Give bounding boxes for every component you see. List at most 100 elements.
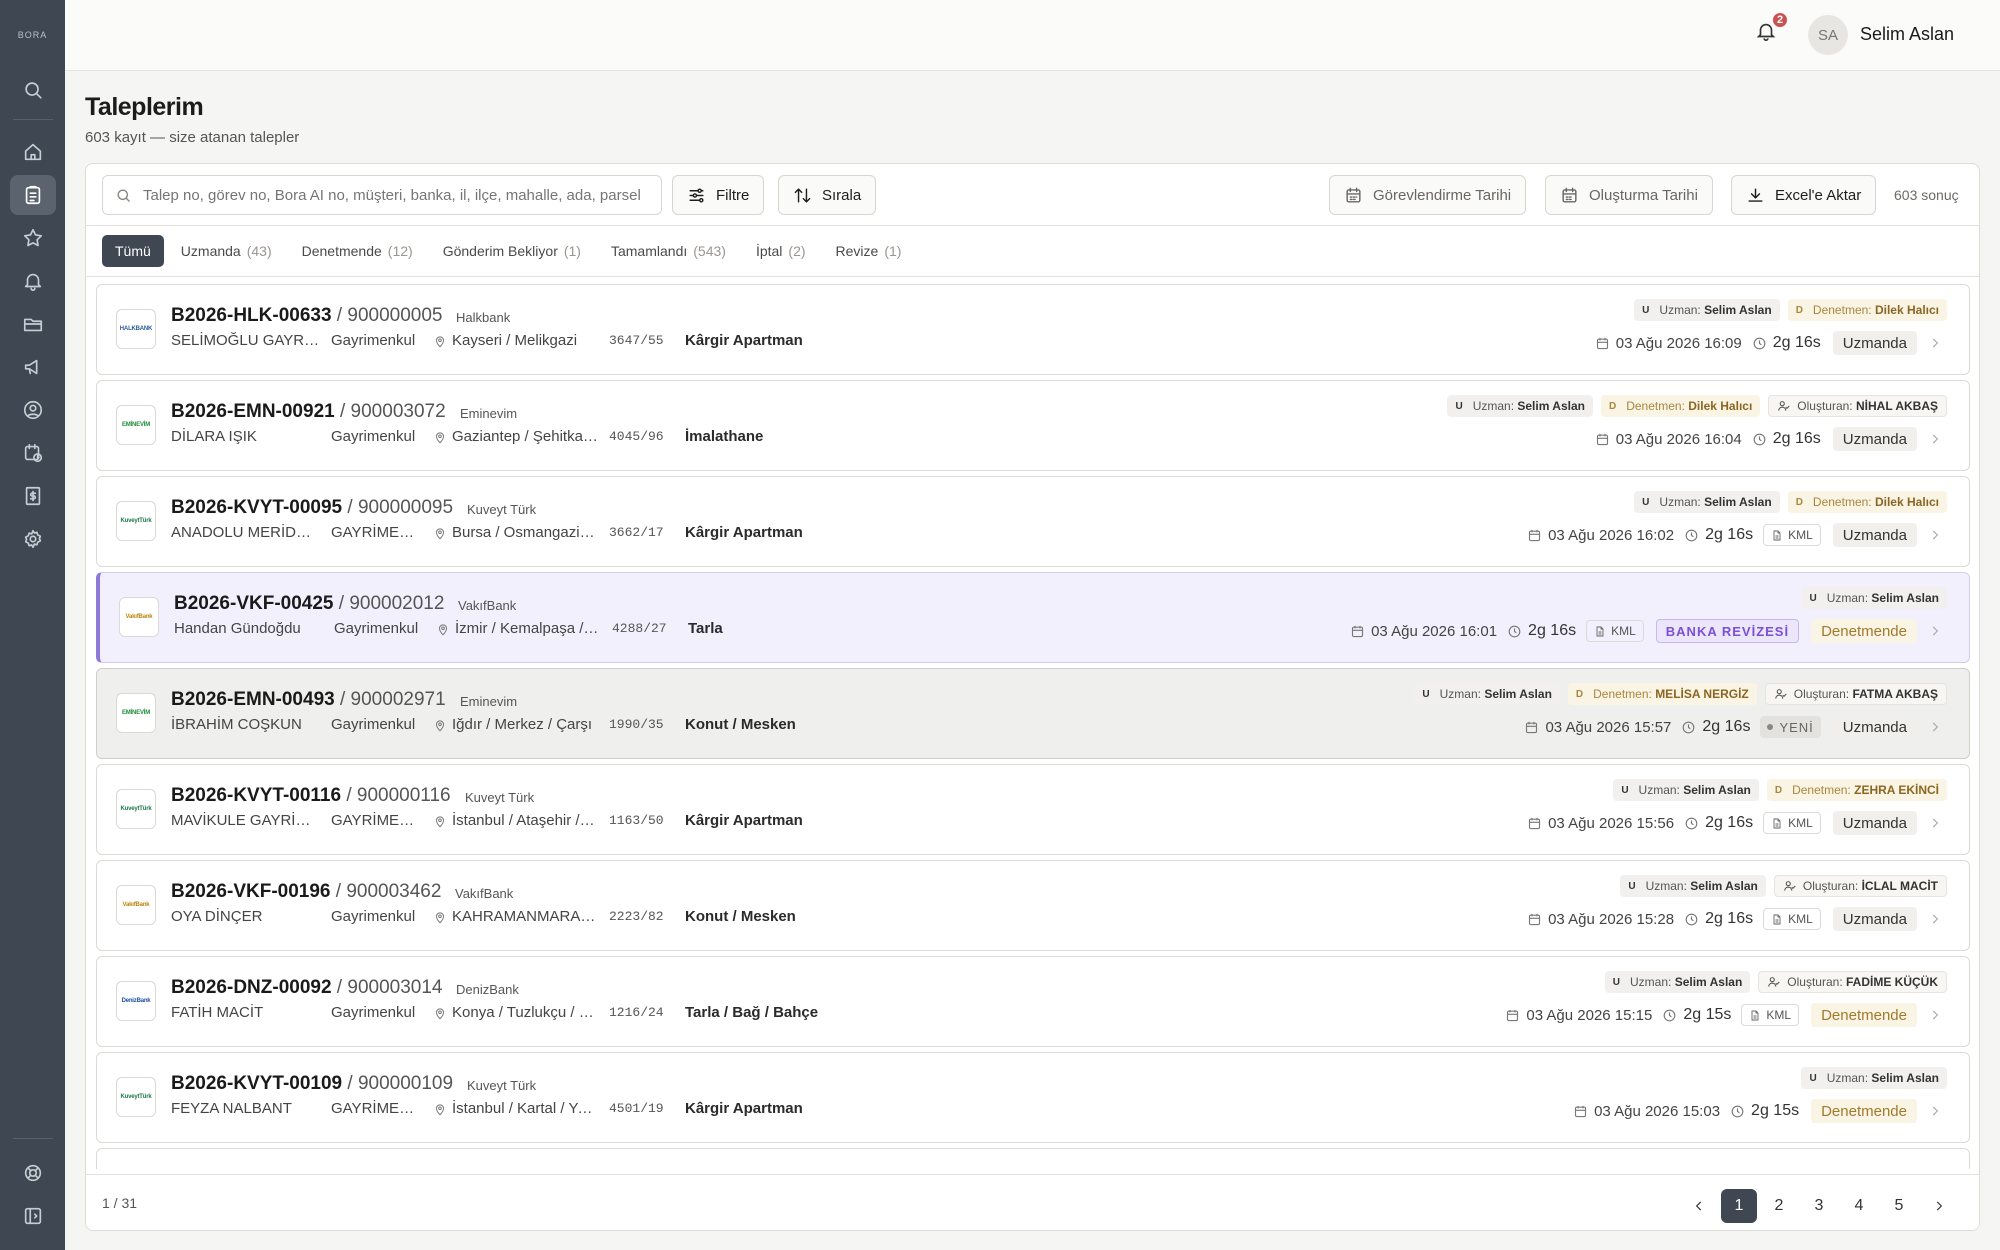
excel-export-button[interactable]: Excel'e Aktar	[1731, 175, 1877, 215]
star-icon[interactable]	[10, 218, 56, 258]
page-button[interactable]: 2	[1761, 1189, 1797, 1223]
request-code[interactable]: B2026-HLK-00633	[171, 305, 332, 326]
request-row[interactable]: KuveytTürk B2026-KVYT-00109 / 900000109 Ku…	[96, 1052, 1970, 1143]
tab-5[interactable]: İptal (2)	[743, 235, 819, 267]
uzman-chip: U Uzman: Selim Aslan	[1620, 875, 1766, 897]
sidebar-divider	[12, 1138, 53, 1139]
tab-3[interactable]: Gönderim Bekliyor (1)	[430, 235, 594, 267]
page-button[interactable]: 3	[1801, 1189, 1837, 1223]
request-title[interactable]: B2026-KVYT-00109 / 900000109	[171, 1073, 453, 1095]
help-icon[interactable]	[10, 1153, 56, 1193]
calendar-icon	[1352, 625, 1364, 637]
asset-type: GAYRİMENKUL	[331, 812, 423, 829]
asset-type: GAYRİMENKUL	[331, 524, 423, 541]
request-title[interactable]: B2026-VKF-00425 / 900002012	[174, 593, 444, 615]
page-button[interactable]: 5	[1881, 1189, 1917, 1223]
request-code[interactable]: B2026-KVYT-00116	[171, 785, 341, 806]
uzman-label: Uzman:	[1472, 399, 1515, 413]
kml-badge[interactable]: KML	[1763, 908, 1821, 930]
kml-badge[interactable]: KML	[1763, 812, 1821, 834]
calendar-clock-icon[interactable]	[10, 433, 56, 473]
megaphone-icon[interactable]	[10, 347, 56, 387]
task-number: 900000109	[357, 1073, 454, 1094]
bank-logo: EMİNEVİM	[116, 693, 156, 733]
request-code[interactable]: B2026-VKF-00196	[171, 881, 330, 902]
uzman-name: Selim Aslan	[1517, 399, 1585, 413]
request-row[interactable]: EMİNEVİM B2026-EMN-00493 / 900002971 Emine…	[96, 668, 1970, 759]
notification-button[interactable]: 2	[1755, 11, 1789, 50]
row-open-button[interactable]	[1923, 907, 1947, 931]
bora-logo: BORA	[17, 30, 48, 40]
prev-page-button[interactable]	[1681, 1189, 1717, 1223]
user-name[interactable]: Selim Aslan	[1860, 24, 1954, 45]
tab-2[interactable]: Denetmende (12)	[289, 235, 426, 267]
request-code[interactable]: B2026-EMN-00921	[171, 401, 335, 422]
request-row[interactable]: HALKBANK B2026-HLK-00633 / 900000005 Halkb…	[96, 284, 1970, 375]
clock-icon	[1663, 1009, 1676, 1021]
page-button[interactable]: 1	[1721, 1189, 1757, 1223]
duration-info: 2g 16s	[1752, 334, 1821, 352]
folder-icon[interactable]	[10, 304, 56, 344]
request-row[interactable]: VakıfBank B2026-VKF-00425 / 900002012 Vakı…	[96, 572, 1970, 663]
sidebar-collapse-icon[interactable]	[10, 1196, 56, 1236]
row-open-button[interactable]	[1923, 811, 1947, 835]
sort-button[interactable]: Sırala	[778, 175, 877, 215]
tab-6[interactable]: Revize (1)	[823, 235, 915, 267]
kml-badge[interactable]: KML	[1763, 524, 1821, 546]
duration-info: 2g 16s	[1681, 718, 1750, 736]
row-open-button[interactable]	[1923, 331, 1947, 355]
assignee-chips: U Uzman: Selim Aslan Oluşturan: İCLAL MACİ…	[1612, 875, 1947, 897]
chevron-right-icon	[1932, 818, 1939, 828]
request-row[interactable]: KuveytTürk B2026-KVYT-00116 / 900000116 Ku…	[96, 764, 1970, 855]
request-code[interactable]: B2026-DNZ-00092	[171, 977, 332, 998]
page-button[interactable]: 4	[1841, 1189, 1877, 1223]
status-badge: Uzmanda	[1832, 331, 1917, 355]
bell-icon[interactable]	[10, 261, 56, 301]
request-title[interactable]: B2026-DNZ-00092 / 900003014	[171, 977, 442, 999]
request-row[interactable]: VakıfBank B2026-VKF-00196 / 900003462 Vakı…	[96, 860, 1970, 951]
request-row[interactable]: EMİNEVİM B2026-EMN-00921 / 900003072 Emine…	[96, 380, 1970, 471]
location-text: KAHRAMANMARAŞ / Onikişubat	[452, 908, 598, 925]
kml-badge[interactable]: KML	[1741, 1004, 1800, 1026]
row-open-button[interactable]	[1923, 1099, 1947, 1123]
request-title[interactable]: B2026-EMN-00921 / 900003072	[171, 401, 446, 423]
assign-date-button[interactable]: Görevlendirme Tarihi	[1329, 175, 1527, 215]
filter-button[interactable]: Filtre	[672, 175, 765, 215]
request-row[interactable]: KuveytTürk B2026-KVYT-00095 / 900000095 Ku…	[96, 476, 1970, 567]
uzman-name: Selim Aslan	[1871, 1071, 1939, 1085]
request-title[interactable]: B2026-KVYT-00116 / 900000116	[171, 785, 451, 807]
request-row[interactable]: DenizBank B2026-DNZ-00092 / 900003014 Deni…	[96, 956, 1970, 1047]
row-open-button[interactable]	[1923, 715, 1947, 739]
search-icon[interactable]	[10, 70, 56, 110]
kml-badge[interactable]: KML	[1586, 620, 1644, 642]
row-open-button[interactable]	[1923, 619, 1947, 643]
asset-type: Gayrimenkul	[331, 428, 416, 445]
avatar[interactable]: SA	[1808, 15, 1848, 55]
olusturan-name: FATMA AKBAŞ	[1852, 687, 1938, 701]
request-title[interactable]: B2026-HLK-00633 / 900000005	[171, 305, 442, 327]
tab-1[interactable]: Uzmanda (43)	[168, 235, 285, 267]
invoice-icon[interactable]	[10, 476, 56, 516]
tab-0[interactable]: Tümü	[102, 235, 164, 267]
tab-4[interactable]: Tamamlandı (543)	[598, 235, 739, 267]
request-code[interactable]: B2026-EMN-00493	[171, 689, 335, 710]
gear-icon[interactable]	[10, 519, 56, 559]
row-open-button[interactable]	[1923, 523, 1947, 547]
next-page-button[interactable]	[1921, 1189, 1957, 1223]
home-icon[interactable]	[10, 132, 56, 172]
user-circle-icon[interactable]	[10, 390, 56, 430]
create-date-button[interactable]: Oluşturma Tarihi	[1545, 175, 1713, 215]
bank-logo: KuveytTürk	[116, 789, 156, 829]
row-open-button[interactable]	[1923, 427, 1947, 451]
search-input[interactable]	[143, 176, 655, 214]
clipboard-icon[interactable]	[9, 175, 56, 215]
uzman-chip: U Uzman: Selim Aslan	[1634, 491, 1780, 513]
request-title[interactable]: B2026-EMN-00493 / 900002971	[171, 689, 446, 711]
request-code[interactable]: B2026-KVYT-00109	[171, 1073, 342, 1094]
request-code[interactable]: B2026-KVYT-00095	[171, 497, 342, 518]
request-title[interactable]: B2026-KVYT-00095 / 900000095	[171, 497, 453, 519]
request-title[interactable]: B2026-VKF-00196 / 900003462	[171, 881, 441, 903]
request-code[interactable]: B2026-VKF-00425	[174, 593, 333, 614]
row-open-button[interactable]	[1923, 1003, 1947, 1027]
request-row[interactable]	[96, 1148, 1970, 1169]
